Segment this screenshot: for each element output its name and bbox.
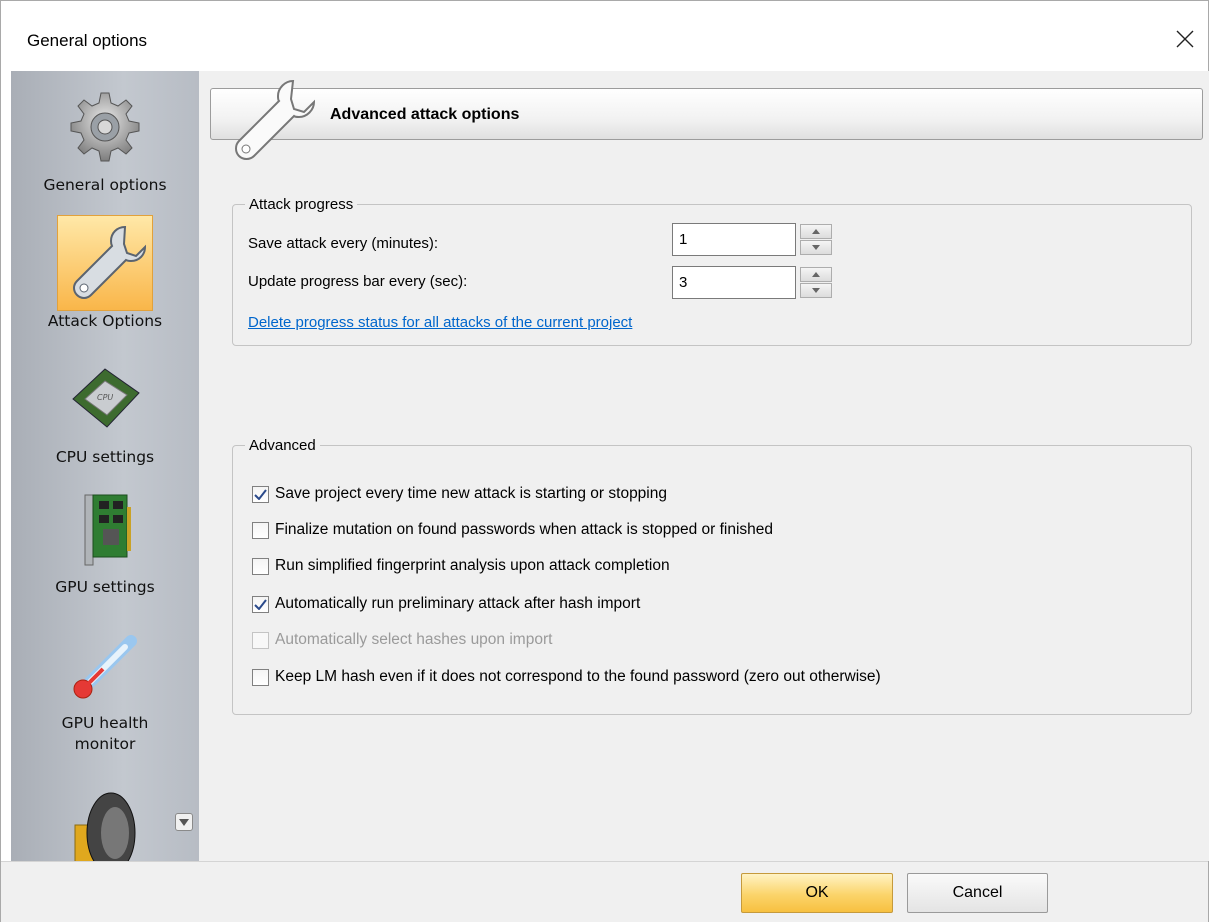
sidebar-item-label: CPU settings (55, 448, 155, 466)
triangle-down-icon (812, 288, 820, 293)
option-label: Keep LM hash even if it does not corresp… (275, 668, 881, 685)
sidebar-item-gpu-settings[interactable]: GPU settings (11, 481, 199, 598)
chevron-down-icon (179, 818, 189, 826)
option-save-project[interactable]: Save project every time new attack is st… (252, 485, 667, 503)
update-progress-increment[interactable] (800, 267, 832, 282)
option-label: Finalize mutation on found passwords whe… (275, 521, 774, 538)
sidebar-item-attack-options[interactable]: Attack Options (11, 215, 199, 332)
sidebar-item-gpu-health-monitor[interactable]: GPU health monitor (11, 617, 199, 755)
option-label: Automatically run preliminary attack aft… (275, 595, 641, 612)
option-label: Automatically select hashes upon import (275, 631, 553, 648)
option-keep-lm-hash[interactable]: Keep LM hash even if it does not corresp… (252, 668, 881, 686)
checkbox[interactable] (252, 668, 269, 686)
triangle-up-icon (812, 229, 820, 234)
option-select-hashes: Automatically select hashes upon import (252, 631, 552, 649)
cpu-icon: CPU (72, 368, 140, 428)
save-attack-label: Save attack every (minutes): (248, 235, 439, 252)
save-attack-stepper (672, 223, 832, 256)
save-attack-input[interactable] (672, 223, 796, 256)
section-title: Advanced attack options (330, 106, 520, 123)
wrench-icon (73, 225, 147, 299)
update-progress-stepper (672, 266, 832, 299)
sidebar-item-label: GPU health monitor (61, 714, 149, 753)
sidebar-item-label: GPU settings (55, 578, 155, 596)
sidebar-item-label: General options (43, 176, 167, 194)
cancel-button[interactable]: Cancel (907, 873, 1048, 913)
option-finalize-mutation[interactable]: Finalize mutation on found passwords whe… (252, 521, 773, 539)
checkbox[interactable] (252, 521, 269, 539)
dialog-window: General options General options Attack O… (0, 0, 1209, 922)
ok-button[interactable]: OK (741, 873, 893, 913)
checkmark-icon (254, 488, 267, 500)
gpu-card-icon (84, 494, 131, 566)
window-title: General options (27, 31, 148, 50)
advanced-legend: Advanced (249, 437, 316, 454)
attack-progress-legend: Attack progress (249, 196, 354, 213)
svg-text:CPU: CPU (97, 393, 113, 402)
sidebar: General options Attack Options CPU CPU s… (11, 71, 199, 861)
sidebar-item-label: Attack Options (47, 312, 163, 330)
gear-icon (70, 92, 140, 162)
update-progress-decrement[interactable] (800, 283, 832, 298)
update-progress-label: Update progress bar every (sec): (248, 273, 468, 290)
triangle-down-icon (812, 245, 820, 250)
checkbox[interactable] (252, 485, 269, 503)
option-preliminary-attack[interactable]: Automatically run preliminary attack aft… (252, 595, 640, 613)
close-icon (1176, 30, 1194, 48)
checkbox[interactable] (252, 557, 269, 575)
speaker-icon (74, 792, 136, 861)
sidebar-item-cpu-settings[interactable]: CPU CPU settings (11, 351, 199, 468)
title-bar: General options (1, 1, 1208, 70)
checkbox[interactable] (252, 595, 269, 613)
save-attack-decrement[interactable] (800, 240, 832, 255)
delete-progress-link[interactable]: Delete progress status for all attacks o… (248, 314, 632, 331)
thermometer-icon (73, 635, 137, 699)
sidebar-item-sound[interactable] (11, 773, 199, 861)
save-attack-increment[interactable] (800, 224, 832, 239)
section-header: Advanced attack options (210, 79, 1203, 160)
option-label: Run simplified fingerprint analysis upon… (275, 557, 670, 574)
option-label: Save project every time new attack is st… (275, 485, 667, 502)
dialog-footer: OK Cancel (1, 861, 1208, 922)
close-button[interactable] (1162, 19, 1208, 59)
checkmark-icon (254, 598, 267, 610)
wrench-icon (235, 79, 315, 160)
sidebar-scroll-down-button[interactable] (175, 813, 193, 831)
main-panel: Advanced attack options Attack progress … (199, 71, 1209, 861)
sidebar-item-general-options[interactable]: General options (11, 79, 199, 196)
option-fingerprint-analysis[interactable]: Run simplified fingerprint analysis upon… (252, 557, 670, 575)
triangle-up-icon (812, 272, 820, 277)
checkbox (252, 631, 269, 649)
update-progress-input[interactable] (672, 266, 796, 299)
